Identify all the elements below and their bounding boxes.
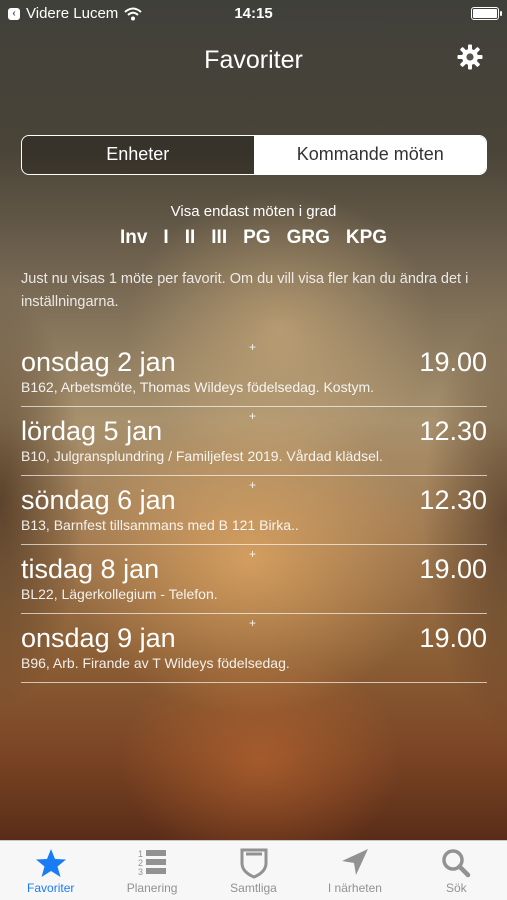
- tab-favoriter[interactable]: Favoriter: [0, 841, 101, 900]
- meeting-row[interactable]: + tisdag 8 jan 19.00 BL22, Lägerkollegiu…: [21, 545, 487, 614]
- meeting-description: B96, Arb. Firande av T Wildeys födelseda…: [21, 655, 290, 671]
- tab-label: Planering: [126, 881, 178, 895]
- meeting-date: onsdag 2 jan: [21, 347, 176, 377]
- gear-icon[interactable]: [457, 44, 483, 70]
- meeting-time: 19.00: [419, 554, 487, 584]
- plus-marker: +: [249, 478, 257, 492]
- grade-filter-caption: Visa endast möten i grad: [170, 203, 337, 220]
- meeting-date: lördag 5 jan: [21, 416, 163, 446]
- meeting-date: söndag 6 jan: [21, 485, 176, 515]
- meeting-time: 12.30: [419, 485, 487, 515]
- battery-icon: [471, 7, 502, 20]
- meeting-time: 12.30: [419, 416, 487, 446]
- tab-label: I närheten: [327, 881, 382, 895]
- segmented-control: Enheter Kommande möten: [21, 135, 487, 175]
- meeting-description: B10, Julgransplundring / Familjefest 201…: [21, 448, 383, 464]
- grade-pg[interactable]: PG: [235, 227, 278, 249]
- segment-enheter[interactable]: Enheter: [22, 136, 255, 174]
- plus-marker: +: [249, 616, 257, 630]
- tab-label: Favoriter: [27, 881, 75, 895]
- meeting-row[interactable]: + lördag 5 jan 12.30 B10, Julgransplundr…: [21, 407, 487, 476]
- tab-bar: Favoriter 1 2 3 Planering Samtliga I när…: [0, 840, 507, 900]
- info-text: Just nu visas 1 möte per favorit. Om du …: [21, 271, 469, 310]
- grade-inv[interactable]: Inv: [112, 227, 155, 249]
- star-icon: [35, 849, 66, 877]
- tab-planering[interactable]: 1 2 3 Planering: [101, 841, 202, 900]
- segment-kommande-moten[interactable]: Kommande möten: [254, 136, 486, 174]
- grade-ii[interactable]: II: [177, 227, 204, 249]
- tab-sok[interactable]: Sök: [406, 841, 507, 900]
- tab-label: Samtliga: [230, 881, 277, 895]
- meeting-description: BL22, Lägerkollegium - Telefon.: [21, 586, 218, 602]
- grade-grg[interactable]: GRG: [279, 227, 338, 249]
- meeting-list: + onsdag 2 jan 19.00 B162, Arbetsmöte, T…: [21, 338, 487, 683]
- meeting-date: tisdag 8 jan: [21, 554, 160, 584]
- meeting-row[interactable]: + söndag 6 jan 12.30 B13, Barnfest tills…: [21, 476, 487, 545]
- status-bar: ‹ Videre Lucem 14:15: [0, 0, 507, 28]
- tab-label: Sök: [445, 881, 467, 895]
- plus-marker: +: [249, 340, 257, 354]
- meeting-date: onsdag 9 jan: [21, 623, 176, 653]
- tab-i-narheten[interactable]: I närheten: [304, 841, 405, 900]
- tab-samtliga[interactable]: Samtliga: [203, 841, 304, 900]
- search-icon: [442, 849, 471, 878]
- svg-text:3: 3: [138, 867, 143, 877]
- meeting-row[interactable]: + onsdag 2 jan 19.00 B162, Arbetsmöte, T…: [21, 338, 487, 407]
- meeting-time: 19.00: [419, 347, 487, 377]
- meeting-row[interactable]: + onsdag 9 jan 19.00 B96, Arb. Firande a…: [21, 614, 487, 683]
- grade-kpg[interactable]: KPG: [338, 227, 395, 249]
- grade-i[interactable]: I: [155, 227, 176, 249]
- grade-filter: Inv I II III PG GRG KPG: [0, 227, 507, 249]
- main-content: ‹ Videre Lucem 14:15 Favoriter Enheter K…: [0, 0, 507, 840]
- location-arrow-icon: [341, 849, 368, 875]
- plus-marker: +: [249, 547, 257, 561]
- meeting-description: B13, Barnfest tillsammans med B 121 Birk…: [21, 517, 299, 533]
- meeting-description: B162, Arbetsmöte, Thomas Wildeys födelse…: [21, 379, 375, 395]
- status-time: 14:15: [234, 5, 273, 22]
- grade-iii[interactable]: III: [203, 227, 235, 249]
- plus-marker: +: [249, 409, 257, 423]
- numbered-list-icon: 1 2 3: [138, 849, 167, 877]
- shield-icon: [240, 848, 268, 879]
- page-title: Favoriter: [204, 46, 303, 74]
- meeting-time: 19.00: [419, 623, 487, 653]
